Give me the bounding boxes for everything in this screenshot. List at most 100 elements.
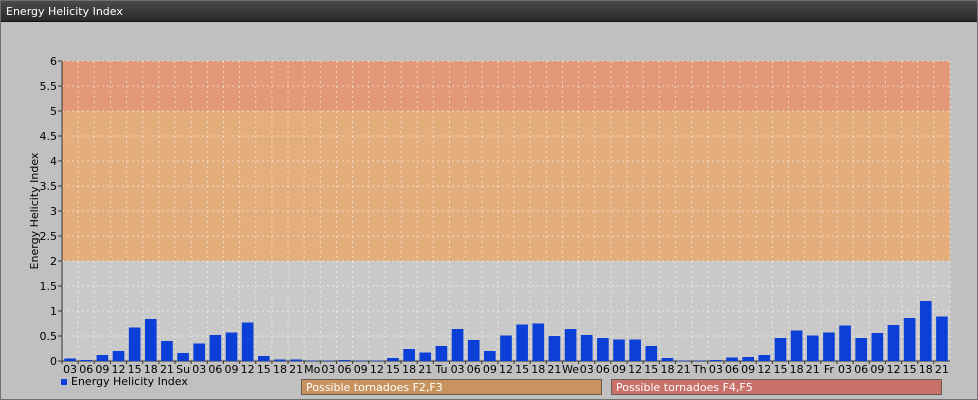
x-tick-label: 12	[499, 363, 513, 375]
x-tick-label: Tu	[434, 363, 447, 375]
x-tick-label: 18	[273, 363, 287, 375]
x-tick-label: 03	[63, 363, 77, 375]
x-tick-label: 21	[806, 363, 820, 375]
bar	[903, 318, 916, 361]
bar	[693, 360, 706, 361]
x-tick-label: 18	[790, 363, 804, 375]
bar	[241, 322, 254, 361]
bar	[742, 357, 754, 361]
x-tick-label: 09	[870, 363, 884, 375]
bar	[548, 336, 561, 361]
x-tick-label: 18	[660, 363, 674, 375]
x-tick-label: 06	[725, 363, 739, 375]
bar	[258, 356, 270, 361]
bar	[290, 359, 302, 361]
x-tick-label: 21	[547, 363, 561, 375]
x-tick-label: 18	[919, 363, 933, 375]
bar	[354, 360, 367, 361]
zone-f4-f5: Possible tornadoes F4,F5	[611, 379, 942, 395]
bar	[274, 359, 286, 361]
x-tick-label: 06	[854, 363, 868, 375]
y-tick-label: 3.5	[40, 180, 58, 193]
bar	[823, 332, 835, 361]
bar	[161, 341, 173, 361]
bar	[322, 360, 335, 361]
y-tick-label: 4	[50, 155, 57, 168]
bar	[467, 340, 480, 361]
bar	[435, 346, 448, 361]
x-tick-label: 21	[418, 363, 432, 375]
x-tick-label: 12	[370, 363, 384, 375]
bar	[371, 360, 383, 361]
bar	[855, 338, 868, 361]
bar	[177, 353, 189, 361]
x-tick-label: 09	[225, 363, 239, 375]
y-tick-label: 5	[50, 105, 57, 118]
bar	[677, 360, 690, 361]
bar	[710, 360, 722, 361]
x-tick-label: 03	[321, 363, 335, 375]
x-tick-label: 03	[709, 363, 723, 375]
bar	[645, 346, 658, 361]
legend: Energy Helicity Index	[61, 375, 188, 388]
bar	[806, 335, 819, 361]
x-tick-label: Su	[176, 363, 190, 375]
bar	[209, 335, 222, 361]
x-tick-label: We	[562, 363, 579, 375]
y-tick-label: 0	[50, 355, 57, 368]
bar	[580, 335, 593, 361]
x-tick-label: 03	[451, 363, 465, 375]
bar	[387, 358, 399, 361]
band-red	[62, 61, 950, 111]
bar	[500, 335, 512, 361]
y-tick-label: 3	[50, 205, 57, 218]
bar	[80, 360, 93, 361]
zone-f2-f3: Possible tornadoes F2,F3	[301, 379, 602, 395]
chart-window: Energy Helicity Index 0 0.5 1 1.5 2 2.5 3 3.5 4 4…	[0, 0, 978, 400]
x-tick-label: 21	[935, 363, 949, 375]
x-tick-label: 09	[612, 363, 626, 375]
x-tick-label: 12	[886, 363, 900, 375]
x-tick-label: 21	[677, 363, 691, 375]
bar	[419, 352, 432, 361]
x-tick-label: 09	[95, 363, 109, 375]
x-tick-label: 12	[112, 363, 126, 375]
bar	[484, 351, 496, 361]
x-tick-label: 15	[773, 363, 787, 375]
bar	[597, 338, 609, 361]
bar	[225, 332, 238, 361]
legend-label: Energy Helicity Index	[71, 375, 188, 388]
x-tick-label: 09	[483, 363, 497, 375]
bar	[338, 360, 351, 361]
y-tick-label: 1.5	[40, 280, 58, 293]
bar	[871, 333, 884, 361]
bar	[887, 325, 900, 361]
bar	[839, 325, 851, 361]
x-tick-label: 09	[354, 363, 368, 375]
bar	[629, 339, 641, 361]
x-tick-label: 18	[402, 363, 416, 375]
x-tick-label: 06	[467, 363, 481, 375]
y-tick-label: 5.5	[40, 80, 58, 93]
bar	[758, 355, 771, 361]
bar	[306, 360, 319, 361]
band-orange	[62, 111, 950, 261]
bar	[564, 329, 577, 361]
bar	[403, 349, 415, 361]
bar	[919, 301, 932, 361]
legend-swatch	[61, 378, 67, 385]
x-tick-label: 06	[79, 363, 93, 375]
x-tick-label: 18	[531, 363, 545, 375]
bar	[726, 357, 738, 361]
x-tick-label: 21	[289, 363, 303, 375]
bar	[516, 324, 528, 361]
x-tick-label: 06	[208, 363, 222, 375]
x-tick-label: 15	[128, 363, 142, 375]
bar	[936, 316, 948, 361]
x-tick-label: 15	[903, 363, 917, 375]
bar	[532, 323, 545, 361]
x-tick-label: 12	[628, 363, 642, 375]
x-tick-label: Fr	[824, 363, 835, 375]
x-tick-label: 15	[257, 363, 271, 375]
bar	[451, 329, 464, 361]
